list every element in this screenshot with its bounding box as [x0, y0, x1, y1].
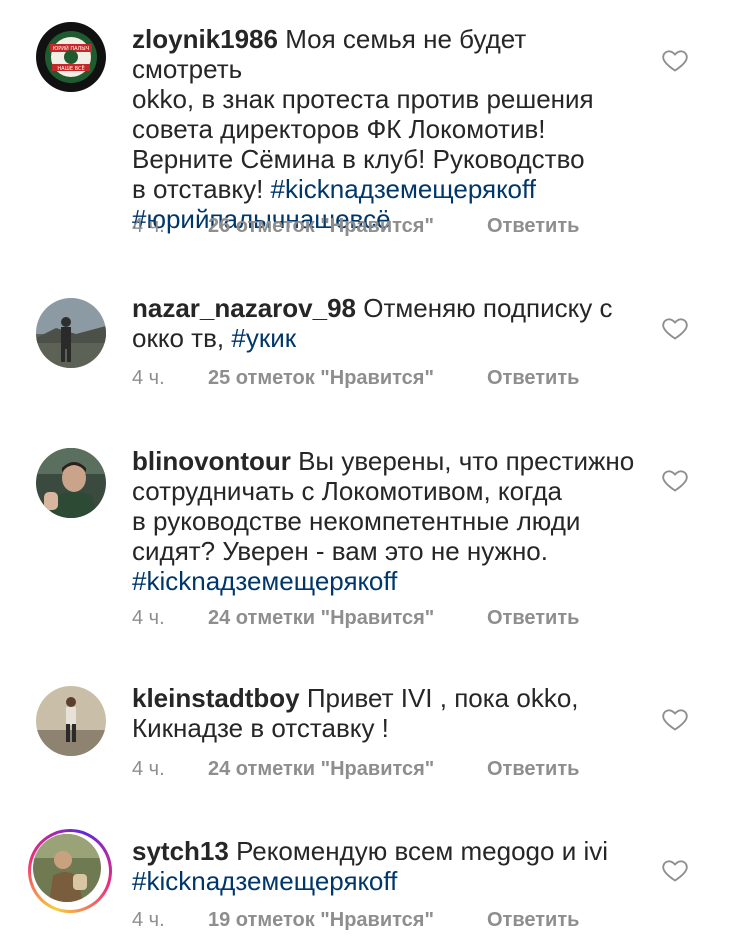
reply-button[interactable]: Ответить — [487, 366, 579, 390]
comment-text: сотрудничать с Локомотивом, когда — [132, 476, 563, 506]
reply-button[interactable]: Ответить — [487, 757, 579, 781]
heart-like-icon[interactable] — [661, 856, 689, 884]
username[interactable]: blinovontour — [132, 446, 291, 476]
reply-button[interactable]: Ответить — [487, 908, 579, 932]
reply-button[interactable]: Ответить — [487, 214, 579, 238]
username[interactable]: zloynik1986 — [132, 24, 278, 54]
comment-text: Рекомендую всем megogo и ivi — [228, 836, 609, 866]
username[interactable]: sytch13 — [132, 836, 229, 866]
comment-meta: 4 ч. 24 отметки "Нравится" Ответить — [132, 606, 579, 630]
avatar[interactable]: ЮРИЙ ПАЛЫЧ НАШЕ ВСЁ — [36, 22, 106, 92]
comment-meta: 4 ч. 26 отметок "Нравится" Ответить — [132, 214, 579, 238]
timestamp: 4 ч. — [132, 215, 165, 237]
heart-like-icon[interactable] — [661, 705, 689, 733]
person-photo-avatar-icon — [36, 448, 106, 518]
timestamp: 4 ч. — [132, 909, 165, 931]
comment-text: в отставку! — [132, 174, 271, 204]
comment-body: zloynik1986 Моя семья не будет смотреть … — [132, 24, 642, 234]
avatar[interactable] — [36, 298, 106, 368]
timestamp: 4 ч. — [132, 367, 165, 389]
story-ring-avatar[interactable] — [28, 829, 112, 913]
heart-like-icon[interactable] — [661, 46, 689, 74]
comment-text: Отменяю подписку с — [356, 293, 613, 323]
hashtag-link[interactable]: #kicknадземещерякoff — [271, 174, 536, 204]
hashtag-link[interactable]: #укик — [231, 323, 296, 353]
person-photo-avatar-icon — [33, 834, 101, 902]
svg-text:НАШЕ ВСЁ: НАШЕ ВСЁ — [57, 65, 84, 72]
comment-body: nazar_nazarov_98 Отменяю подписку с окко… — [132, 293, 642, 353]
likes-count-button[interactable]: 19 отметок "Нравится" — [208, 908, 487, 932]
club-badge-avatar-icon: ЮРИЙ ПАЛЫЧ НАШЕ ВСЁ — [36, 22, 106, 92]
hashtag-link[interactable]: #kicknадземещерякoff — [132, 566, 397, 596]
comment-text: в руководстве некомпетентные люди — [132, 506, 581, 536]
comment-body: sytch13 Рекомендую всем megogo и ivi #ki… — [132, 836, 642, 896]
avatar — [33, 834, 101, 902]
comment-text: совета директоров ФК Локомотив! — [132, 114, 546, 144]
reply-button[interactable]: Ответить — [487, 606, 579, 630]
comment-meta: 4 ч. 25 отметок "Нравится" Ответить — [132, 366, 579, 390]
comment-text: okko, в знак протеста против решения — [132, 84, 594, 114]
person-photo-avatar-icon — [36, 686, 106, 756]
person-photo-avatar-icon — [36, 298, 106, 368]
username[interactable]: nazar_nazarov_98 — [132, 293, 356, 323]
timestamp: 4 ч. — [132, 758, 165, 780]
avatar[interactable] — [36, 686, 106, 756]
likes-count-button[interactable]: 26 отметок "Нравится" — [208, 214, 487, 238]
comment-text: Привет IVI , пока okko, — [299, 683, 579, 713]
hashtag-link[interactable]: #kicknадземещерякoff — [132, 866, 397, 896]
comment-text: Вы уверены, что престижно — [290, 446, 635, 476]
likes-count-button[interactable]: 24 отметки "Нравится" — [208, 757, 487, 781]
comment-text: Кикнадзе в отставку ! — [132, 713, 389, 743]
heart-like-icon[interactable] — [661, 466, 689, 494]
svg-text:ЮРИЙ ПАЛЫЧ: ЮРИЙ ПАЛЫЧ — [53, 45, 89, 52]
avatar[interactable] — [36, 448, 106, 518]
comment-text: Верните Сёмина в клуб! Руководство — [132, 144, 585, 174]
comment-text: сидят? Уверен - вам это не нужно. — [132, 536, 548, 566]
timestamp: 4 ч. — [132, 607, 165, 629]
likes-count-button[interactable]: 24 отметки "Нравится" — [208, 606, 487, 630]
comment-body: kleinstadtboy Привет IVI , пока okko, Ки… — [132, 683, 642, 743]
comment-text: окко тв, — [132, 323, 232, 353]
username[interactable]: kleinstadtboy — [132, 683, 300, 713]
likes-count-button[interactable]: 25 отметок "Нравится" — [208, 366, 487, 390]
heart-like-icon[interactable] — [661, 314, 689, 342]
comment-meta: 4 ч. 24 отметки "Нравится" Ответить — [132, 757, 579, 781]
comment-body: blinovontour Вы уверены, что престижно с… — [132, 446, 642, 596]
comment-meta: 4 ч. 19 отметок "Нравится" Ответить — [132, 908, 579, 932]
